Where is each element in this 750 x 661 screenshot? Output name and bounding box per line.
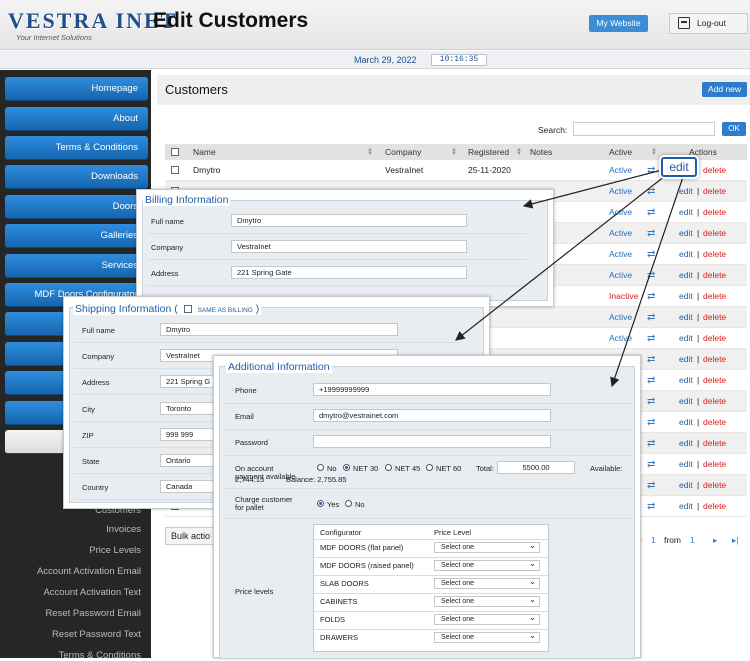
- edit-callout: edit: [661, 157, 697, 177]
- arrow-to-additional: [610, 176, 684, 388]
- arrow-to-shipping: [455, 175, 666, 341]
- annotation-arrows: [455, 169, 684, 388]
- arrow-to-billing: [522, 169, 663, 209]
